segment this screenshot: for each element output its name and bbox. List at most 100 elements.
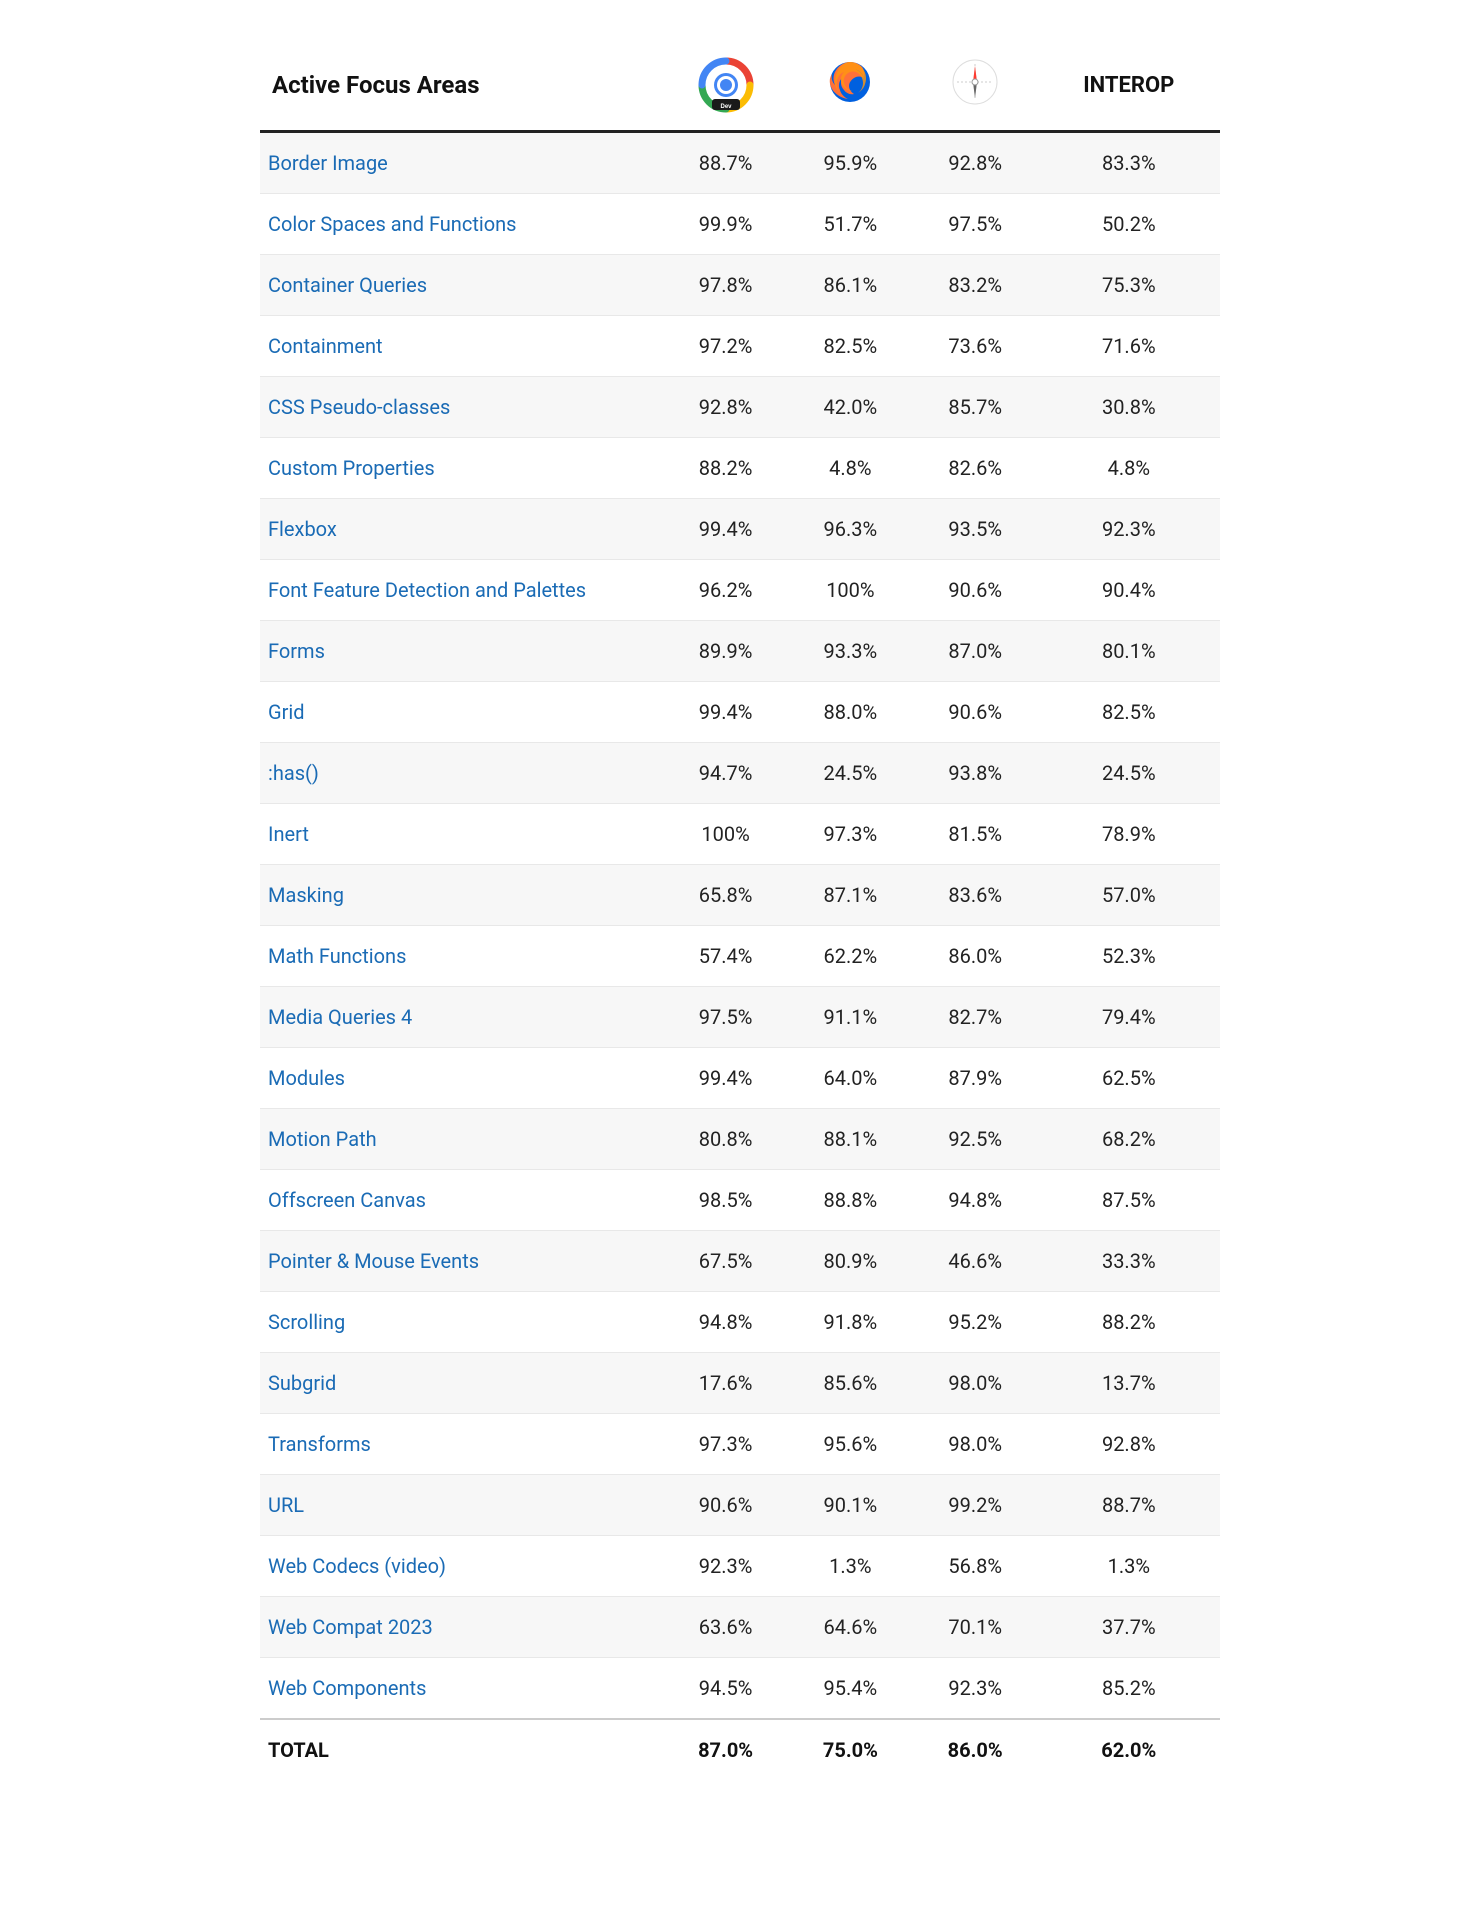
- feature-name[interactable]: Inert: [260, 804, 663, 865]
- feature-name[interactable]: Transforms: [260, 1414, 663, 1475]
- safari-value: 83.6%: [913, 865, 1038, 926]
- feature-name[interactable]: Pointer & Mouse Events: [260, 1231, 663, 1292]
- chrome-value: 92.3%: [663, 1536, 788, 1597]
- firefox-value: 85.6%: [788, 1353, 913, 1414]
- firefox-icon: [824, 56, 876, 108]
- table-row: URL90.6%90.1%99.2%88.7%: [260, 1475, 1220, 1536]
- chrome-value: 80.8%: [663, 1109, 788, 1170]
- interop-value: 85.2%: [1038, 1658, 1220, 1720]
- safari-value: 93.8%: [913, 743, 1038, 804]
- firefox-value: 97.3%: [788, 804, 913, 865]
- table-row: Modules99.4%64.0%87.9%62.5%: [260, 1048, 1220, 1109]
- header-feature-label: Active Focus Areas: [272, 71, 480, 99]
- firefox-value: 87.1%: [788, 865, 913, 926]
- feature-name[interactable]: Grid: [260, 682, 663, 743]
- chrome-value: 96.2%: [663, 560, 788, 621]
- feature-name[interactable]: Math Functions: [260, 926, 663, 987]
- interop-value: 90.4%: [1038, 560, 1220, 621]
- header-firefox: [788, 40, 913, 132]
- interop-value: 52.3%: [1038, 926, 1220, 987]
- header-feature: Active Focus Areas: [260, 40, 663, 132]
- table-row: Masking65.8%87.1%83.6%57.0%: [260, 865, 1220, 926]
- feature-name[interactable]: Containment: [260, 316, 663, 377]
- chrome-value: 97.5%: [663, 987, 788, 1048]
- safari-value: 92.3%: [913, 1658, 1038, 1720]
- chrome-value: 94.8%: [663, 1292, 788, 1353]
- firefox-value: 51.7%: [788, 194, 913, 255]
- table-row: CSS Pseudo-classes92.8%42.0%85.7%30.8%: [260, 377, 1220, 438]
- feature-name[interactable]: Web Components: [260, 1658, 663, 1720]
- feature-name[interactable]: Border Image: [260, 132, 663, 194]
- feature-name[interactable]: Container Queries: [260, 255, 663, 316]
- table-row: Subgrid17.6%85.6%98.0%13.7%: [260, 1353, 1220, 1414]
- table-row: Web Codecs (video)92.3%1.3%56.8%1.3%: [260, 1536, 1220, 1597]
- chrome-value: 17.6%: [663, 1353, 788, 1414]
- feature-name[interactable]: Color Spaces and Functions: [260, 194, 663, 255]
- interop-value: 79.4%: [1038, 987, 1220, 1048]
- feature-name[interactable]: Scrolling: [260, 1292, 663, 1353]
- firefox-value: 62.2%: [788, 926, 913, 987]
- feature-name[interactable]: :has(): [260, 743, 663, 804]
- chrome-value: 88.7%: [663, 132, 788, 194]
- interop-value: 92.8%: [1038, 1414, 1220, 1475]
- feature-name[interactable]: Flexbox: [260, 499, 663, 560]
- chrome-value: 88.2%: [663, 438, 788, 499]
- firefox-value: 86.1%: [788, 255, 913, 316]
- chrome-value: 57.4%: [663, 926, 788, 987]
- table-row: Container Queries97.8%86.1%83.2%75.3%: [260, 255, 1220, 316]
- table-row: :has()94.7%24.5%93.8%24.5%: [260, 743, 1220, 804]
- firefox-value: 4.8%: [788, 438, 913, 499]
- total-interop: 62.0%: [1038, 1719, 1220, 1780]
- safari-value: 93.5%: [913, 499, 1038, 560]
- safari-value: 99.2%: [913, 1475, 1038, 1536]
- chrome-value: 94.7%: [663, 743, 788, 804]
- table-row: Grid99.4%88.0%90.6%82.5%: [260, 682, 1220, 743]
- chrome-value: 92.8%: [663, 377, 788, 438]
- feature-name[interactable]: URL: [260, 1475, 663, 1536]
- safari-value: 98.0%: [913, 1353, 1038, 1414]
- total-chrome: 87.0%: [663, 1719, 788, 1780]
- interop-value: 57.0%: [1038, 865, 1220, 926]
- chrome-value: 99.4%: [663, 1048, 788, 1109]
- chrome-value: 63.6%: [663, 1597, 788, 1658]
- table-row: Custom Properties88.2%4.8%82.6%4.8%: [260, 438, 1220, 499]
- table-row: Motion Path80.8%88.1%92.5%68.2%: [260, 1109, 1220, 1170]
- feature-name[interactable]: Offscreen Canvas: [260, 1170, 663, 1231]
- table-row: Media Queries 497.5%91.1%82.7%79.4%: [260, 987, 1220, 1048]
- feature-name[interactable]: Masking: [260, 865, 663, 926]
- interop-value: 33.3%: [1038, 1231, 1220, 1292]
- interop-value: 82.5%: [1038, 682, 1220, 743]
- feature-name[interactable]: Forms: [260, 621, 663, 682]
- feature-name[interactable]: Media Queries 4: [260, 987, 663, 1048]
- feature-name[interactable]: Custom Properties: [260, 438, 663, 499]
- header-chrome: Dev: [663, 40, 788, 132]
- total-label: TOTAL: [260, 1719, 663, 1780]
- feature-name[interactable]: Font Feature Detection and Palettes: [260, 560, 663, 621]
- chrome-value: 65.8%: [663, 865, 788, 926]
- feature-name[interactable]: Subgrid: [260, 1353, 663, 1414]
- feature-name[interactable]: Web Compat 2023: [260, 1597, 663, 1658]
- feature-name[interactable]: Motion Path: [260, 1109, 663, 1170]
- interop-value: 92.3%: [1038, 499, 1220, 560]
- feature-name[interactable]: CSS Pseudo-classes: [260, 377, 663, 438]
- safari-value: 81.5%: [913, 804, 1038, 865]
- chrome-value: 99.4%: [663, 499, 788, 560]
- safari-value: 70.1%: [913, 1597, 1038, 1658]
- interop-value: 78.9%: [1038, 804, 1220, 865]
- table-row: Web Components94.5%95.4%92.3%85.2%: [260, 1658, 1220, 1720]
- total-safari: 86.0%: [913, 1719, 1038, 1780]
- safari-value: 92.8%: [913, 132, 1038, 194]
- interop-value: 24.5%: [1038, 743, 1220, 804]
- feature-name[interactable]: Modules: [260, 1048, 663, 1109]
- interop-value: 88.2%: [1038, 1292, 1220, 1353]
- safari-value: 46.6%: [913, 1231, 1038, 1292]
- table-row: Border Image88.7%95.9%92.8%83.3%: [260, 132, 1220, 194]
- interop-value: 71.6%: [1038, 316, 1220, 377]
- interop-table: Active Focus Areas: [260, 40, 1220, 1780]
- interop-value: 80.1%: [1038, 621, 1220, 682]
- chrome-value: 99.4%: [663, 682, 788, 743]
- table-row: Pointer & Mouse Events67.5%80.9%46.6%33.…: [260, 1231, 1220, 1292]
- safari-value: 95.2%: [913, 1292, 1038, 1353]
- feature-name[interactable]: Web Codecs (video): [260, 1536, 663, 1597]
- header-safari: [913, 40, 1038, 132]
